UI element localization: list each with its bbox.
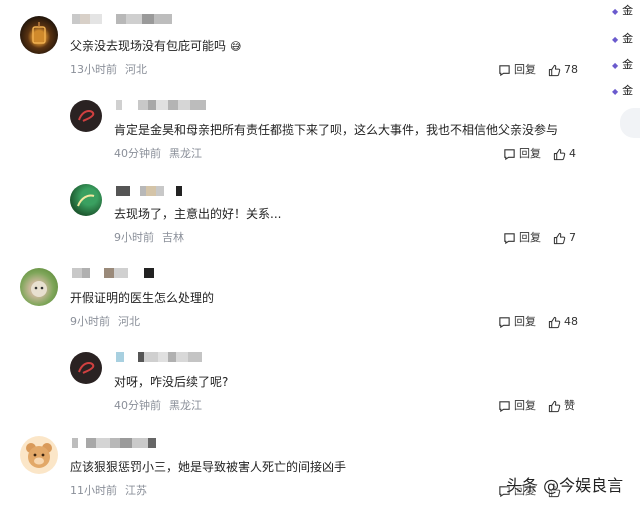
- emoji: 😅: [230, 40, 242, 53]
- comment-text: 肯定是金昊和母亲把所有责任都揽下来了呗，这么大事件，我也不相信他父亲没参与: [114, 123, 559, 137]
- bullet-icon: ◆: [612, 61, 619, 70]
- reply-icon: [499, 64, 510, 76]
- watermark: 头条 @今娱良言: [506, 476, 624, 495]
- reply-icon: [504, 232, 515, 244]
- timestamp: 40分钟前: [114, 147, 161, 160]
- reply-icon: [499, 400, 510, 412]
- comment-text: 开假证明的医生怎么处理的: [70, 291, 215, 305]
- comment-meta: 40分钟前 黑龙江: [114, 399, 202, 413]
- location: 江苏: [125, 484, 147, 497]
- comment-actions: 回复 赞: [498, 399, 575, 413]
- timestamp: 40分钟前: [114, 399, 161, 412]
- comment-text: 父亲没去现场没有包庇可能吗 😅: [70, 39, 242, 53]
- timestamp: 9小时前: [114, 231, 154, 244]
- sidebar-item-4[interactable]: ◆ 金: [612, 82, 633, 98]
- dragon-icon: [77, 194, 95, 207]
- timestamp: 11小时前: [70, 484, 117, 497]
- sidebar-item-label: 金: [622, 84, 634, 97]
- username-redacted[interactable]: [72, 266, 154, 280]
- like-button[interactable]: 4: [553, 147, 576, 161]
- sidebar-item-label: 金: [622, 32, 634, 45]
- cat-icon: [31, 281, 47, 297]
- timestamp: 13小时前: [70, 63, 117, 76]
- hand-icon: [78, 361, 95, 374]
- thumbs-up-icon: [548, 400, 561, 412]
- comment-text: 对呀，咋没后续了呢?: [114, 375, 229, 389]
- thumbs-up-icon: [553, 148, 566, 160]
- lantern-icon: [32, 22, 46, 44]
- comment-meta: 40分钟前 黑龙江: [114, 147, 202, 161]
- bullet-icon: ◆: [612, 87, 619, 96]
- reply-button[interactable]: 回复: [498, 399, 536, 413]
- location: 黑龙江: [169, 399, 202, 412]
- comment-text: 应该狠狠惩罚小三，她是导致被害人死亡的间接凶手: [70, 460, 347, 474]
- comment-meta: 13小时前 河北: [70, 63, 147, 77]
- comment-meta: 9小时前 吉林: [114, 231, 184, 245]
- like-button[interactable]: 78: [548, 63, 578, 77]
- reply-button[interactable]: 回复: [503, 147, 541, 161]
- sidebar-item-3[interactable]: ◆ 金: [612, 56, 633, 72]
- comment-meta: 9小时前 河北: [70, 315, 140, 329]
- sidebar-item-2[interactable]: ◆ 金: [612, 30, 633, 46]
- avatar[interactable]: [70, 184, 102, 216]
- avatar[interactable]: [70, 100, 102, 132]
- like-button[interactable]: 7: [553, 231, 576, 245]
- thumbs-up-icon: [553, 232, 566, 244]
- username-redacted[interactable]: [116, 184, 182, 198]
- sidebar-item-1[interactable]: ◆ 金: [612, 2, 633, 18]
- comment-actions: 回复 78: [498, 63, 578, 77]
- reply-button[interactable]: 回复: [503, 231, 541, 245]
- comment-actions: 回复 7: [503, 231, 576, 245]
- username-redacted[interactable]: [116, 98, 206, 112]
- avatar[interactable]: [20, 436, 58, 474]
- username-redacted[interactable]: [72, 12, 172, 26]
- timestamp: 9小时前: [70, 315, 110, 328]
- bear-icon: [26, 443, 52, 468]
- bullet-icon: ◆: [612, 7, 619, 16]
- sidebar-item-label: 金: [622, 58, 634, 71]
- avatar[interactable]: [70, 352, 102, 384]
- location: 吉林: [162, 231, 184, 244]
- comment-meta: 11小时前 江苏: [70, 484, 147, 498]
- username-redacted[interactable]: [116, 350, 202, 364]
- reply-button[interactable]: 回复: [498, 315, 536, 329]
- comment-text: 去现场了，主意出的好！关系...: [114, 207, 282, 221]
- hand-icon: [78, 109, 95, 122]
- like-button[interactable]: 赞: [548, 399, 575, 413]
- reply-button[interactable]: 回复: [498, 63, 536, 77]
- comment-actions: 回复 4: [503, 147, 576, 161]
- location: 河北: [118, 315, 140, 328]
- comment-actions: 回复 48: [498, 315, 578, 329]
- thumbs-up-icon: [548, 316, 561, 328]
- bullet-icon: ◆: [612, 35, 619, 44]
- reply-icon: [499, 316, 510, 328]
- thumbs-up-icon: [548, 64, 561, 76]
- avatar[interactable]: [20, 268, 58, 306]
- location: 河北: [125, 63, 147, 76]
- location: 黑龙江: [169, 147, 202, 160]
- sidebar-item-label: 金: [622, 4, 634, 17]
- reply-icon: [504, 148, 515, 160]
- like-button[interactable]: 48: [548, 315, 578, 329]
- username-redacted[interactable]: [72, 436, 156, 450]
- scroll-handle[interactable]: [620, 108, 640, 138]
- avatar[interactable]: [20, 16, 58, 54]
